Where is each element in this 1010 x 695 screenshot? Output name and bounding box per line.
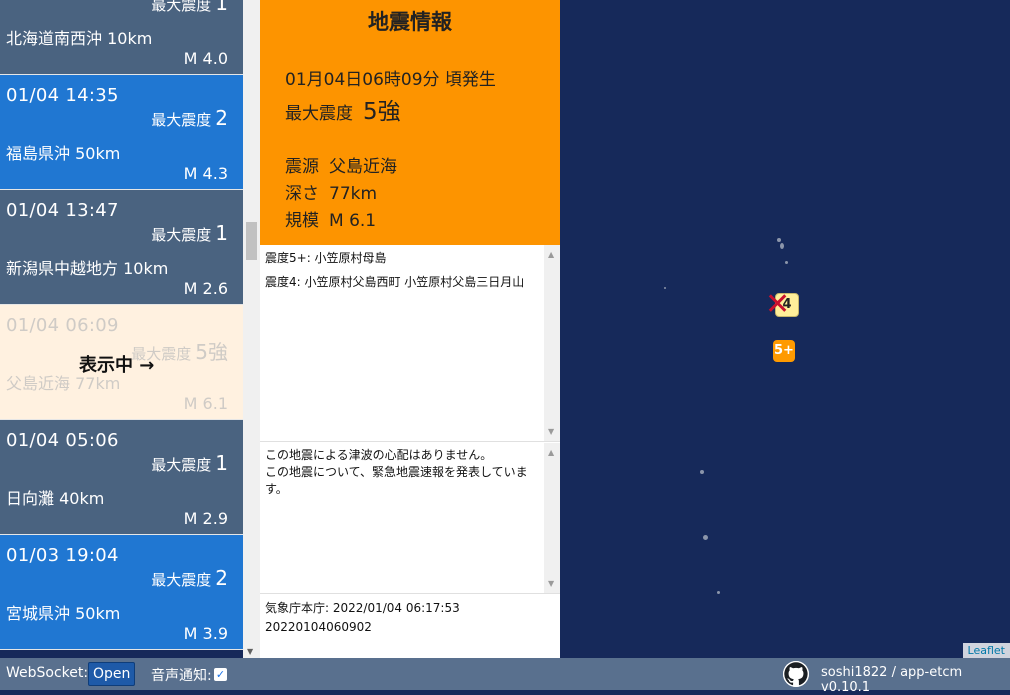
scroll-up-arrow-icon[interactable]: ▲: [548, 448, 554, 457]
occurred-time: 01月04日06時09分 頃発生: [285, 70, 496, 90]
websocket-status-button[interactable]: Open: [88, 662, 136, 686]
sound-notify-label: 音声通知:: [151, 668, 212, 684]
github-icon[interactable]: [783, 661, 809, 687]
intensity-value: 1: [215, 0, 228, 15]
island: [717, 591, 720, 594]
scale-row: 規模 M 6.1: [285, 206, 376, 231]
epicenter-value: 父島近海: [329, 157, 397, 177]
epicenter-row: 震源 父島近海: [285, 152, 397, 177]
quake-location: 宮城県沖 50km: [6, 604, 121, 623]
island: [664, 287, 666, 289]
max-intensity-row: 最大震度 5強: [285, 92, 401, 126]
quake-intensity: 最大震度 2: [151, 106, 228, 130]
intensity-marker-5plus[interactable]: 5+: [773, 340, 795, 362]
quake-magnitude: M 6.1: [183, 394, 228, 413]
comment-line: この地震について、緊急地震速報を発表しています。: [265, 465, 528, 496]
quake-location: 福島県沖 50km: [6, 144, 121, 163]
scroll-down-arrow-icon[interactable]: ▼: [247, 647, 253, 656]
epicenter-icon[interactable]: ✕: [765, 290, 790, 320]
island: [780, 243, 784, 249]
list-scrollbar-thumb[interactable]: [246, 222, 257, 260]
quake-time: 01/03 19:04: [6, 545, 119, 566]
quake-item-active[interactable]: 01/04 06:09 最大震度 5強 父島近海 77km M 6.1 表示中 →: [0, 305, 243, 420]
intensity-line: 震度5+: 小笠原村母島: [265, 251, 387, 265]
intensity-value: 5強: [195, 340, 228, 364]
max-intensity-label: 最大震度: [285, 104, 353, 124]
scale-label: 規模: [285, 211, 319, 231]
quake-location: 日向灘 40km: [6, 489, 105, 508]
quake-magnitude: M 2.6: [183, 279, 228, 298]
event-id: 20220104060902: [265, 620, 372, 634]
depth-row: 深さ 77km: [285, 179, 377, 204]
quake-item[interactable]: 01/03 19:04 最大震度 2 宮城県沖 50km M 3.9: [0, 535, 243, 650]
island: [700, 470, 704, 474]
scroll-down-arrow-icon[interactable]: ▼: [548, 579, 554, 588]
island: [777, 238, 781, 242]
scale-value: M 6.1: [329, 211, 377, 231]
detail-header: 地震情報 01月04日06時09分 頃発生 最大震度 5強 震源 父島近海 深さ 77…: [260, 0, 560, 245]
quake-intensity: 最大震度 1: [151, 451, 228, 475]
depth-label: 深さ: [285, 184, 319, 204]
status-bar: WebSocket: Open 音声通知: ✓ soshi1822 / app-…: [0, 658, 1010, 695]
intensity-label: 最大震度: [151, 456, 212, 474]
intensity-label: 最大震度: [151, 226, 212, 244]
quake-time: 01/04 05:06: [6, 430, 119, 451]
showing-indicator: 表示中 →: [79, 355, 155, 376]
quake-intensity: 最大震度 1: [151, 221, 228, 245]
quake-magnitude: M 3.9: [183, 624, 228, 643]
quake-item[interactable]: 最大震度 1 北海道南西沖 10km M 4.0: [0, 0, 243, 75]
leaflet-attribution[interactable]: Leaflet: [962, 643, 1010, 658]
detail-title: 地震情報: [368, 10, 452, 34]
intensity-label: 最大震度: [151, 111, 212, 129]
max-intensity-value: 5強: [363, 99, 401, 125]
websocket-label: WebSocket:: [6, 665, 89, 681]
comment-scrollbar[interactable]: ▲ ▼: [544, 443, 560, 593]
quake-item[interactable]: 01/04 05:06 最大震度 1 日向灘 40km M 2.9: [0, 420, 243, 535]
quake-magnitude: M 4.3: [183, 164, 228, 183]
intensity-line: 震度4: 小笠原村父島西町 小笠原村父島三日月山: [265, 275, 525, 289]
map[interactable]: 4 ✕ 5+ Leaflet: [560, 0, 1010, 658]
scroll-down-arrow-icon[interactable]: ▼: [548, 427, 554, 436]
intensity-value: 1: [215, 451, 228, 475]
quake-location: 新潟県中越地方 10km: [6, 259, 169, 278]
issuer-line: 気象庁本庁: 2022/01/04 06:17:53: [265, 601, 460, 615]
list-scrollbar[interactable]: ▼: [243, 0, 260, 658]
repo-link[interactable]: soshi1822 / app-etcm v0.10.1: [821, 665, 1010, 695]
quake-detail-panel: 地震情報 01月04日06時09分 頃発生 最大震度 5強 震源 父島近海 深さ 77…: [260, 0, 560, 658]
quake-intensity: 最大震度 2: [151, 566, 228, 590]
quake-time: 01/04 14:35: [6, 85, 119, 106]
depth-value: 77km: [329, 184, 378, 204]
detail-footer: 気象庁本庁: 2022/01/04 06:17:53 2022010406090…: [260, 595, 560, 641]
epicenter-label: 震源: [285, 157, 319, 177]
intensity-list-box[interactable]: 震度5+: 小笠原村母島 震度4: 小笠原村父島西町 小笠原村父島三日月山 ▲ …: [260, 245, 560, 442]
intensity-value: 2: [215, 106, 228, 130]
quake-time: 01/04 13:47: [6, 200, 119, 221]
quake-magnitude: M 4.0: [183, 49, 228, 68]
intensity-value: 1: [215, 221, 228, 245]
intensity-label: 最大震度: [151, 0, 212, 14]
quake-item[interactable]: 01/04 14:35 最大震度 2 福島県沖 50km M 4.3: [0, 75, 243, 190]
island: [703, 535, 708, 540]
quake-intensity: 最大震度 1: [151, 0, 228, 15]
quake-time: 01/04 06:09: [6, 315, 119, 336]
quake-list: 最大震度 1 北海道南西沖 10km M 4.0 01/04 14:35 最大震度…: [0, 0, 243, 658]
intensity-scrollbar[interactable]: ▲ ▼: [544, 245, 560, 441]
intensity-label: 最大震度: [151, 571, 212, 589]
comment-box[interactable]: この地震による津波の心配はありません。 この地震について、緊急地震速報を発表して…: [260, 443, 560, 594]
sound-notify-checkbox[interactable]: ✓: [214, 668, 227, 681]
quake-magnitude: M 2.9: [183, 509, 228, 528]
quake-location: 北海道南西沖 10km: [6, 29, 153, 48]
intensity-value: 2: [215, 566, 228, 590]
island: [785, 261, 788, 264]
quake-item[interactable]: 01/04 13:47 最大震度 1 新潟県中越地方 10km M 2.6: [0, 190, 243, 305]
comment-line: この地震による津波の心配はありません。: [265, 448, 493, 462]
scroll-up-arrow-icon[interactable]: ▲: [548, 250, 554, 259]
